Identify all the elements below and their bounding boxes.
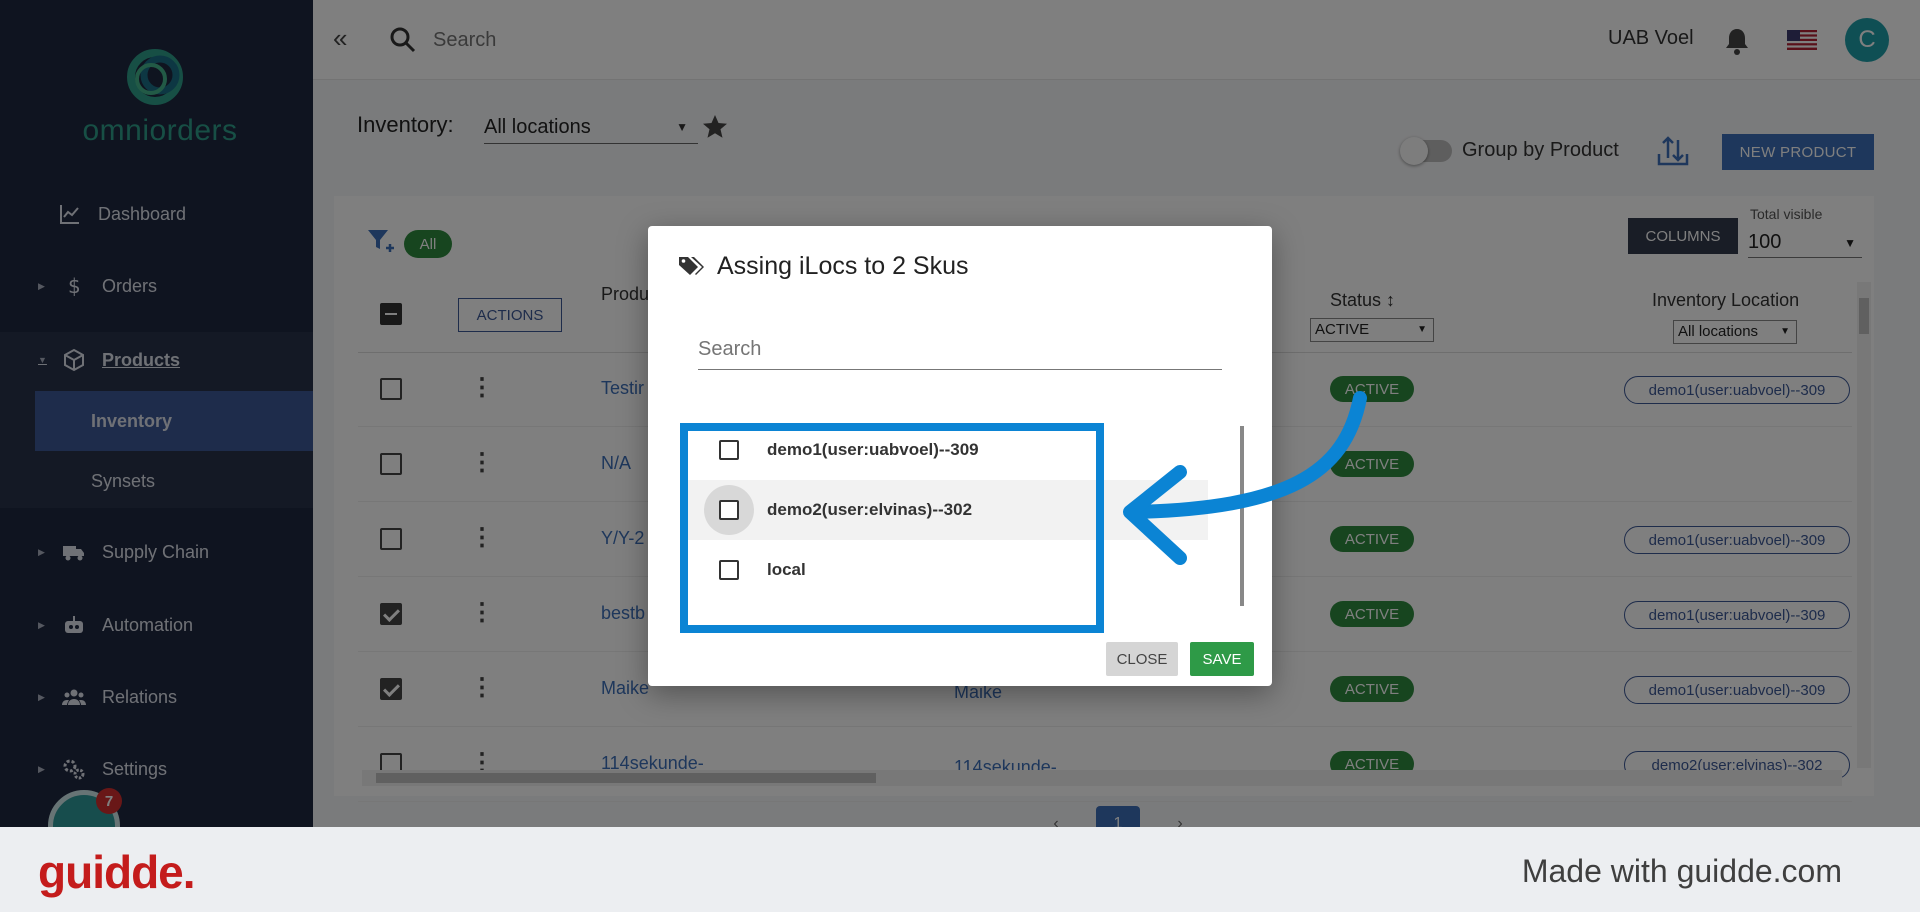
pointer-arrow-icon	[1123, 391, 1367, 565]
dialog-title: Assing iLocs to 2 Skus	[717, 252, 969, 280]
guidde-logo[interactable]: guidde.	[38, 845, 196, 899]
made-with-label[interactable]: Made with guidde.com	[1522, 853, 1842, 890]
app-window: omniorders Dashboard ▶ $ Orders ▼ Produc…	[0, 0, 1920, 827]
step-highlight-box	[680, 423, 1104, 633]
close-button[interactable]: CLOSE	[1106, 642, 1178, 676]
guidde-footer: guidde. Made with guidde.com	[0, 827, 1920, 912]
save-button[interactable]: SAVE	[1190, 642, 1254, 676]
tags-icon	[679, 257, 704, 275]
ilocs-search-input[interactable]	[698, 330, 1222, 370]
